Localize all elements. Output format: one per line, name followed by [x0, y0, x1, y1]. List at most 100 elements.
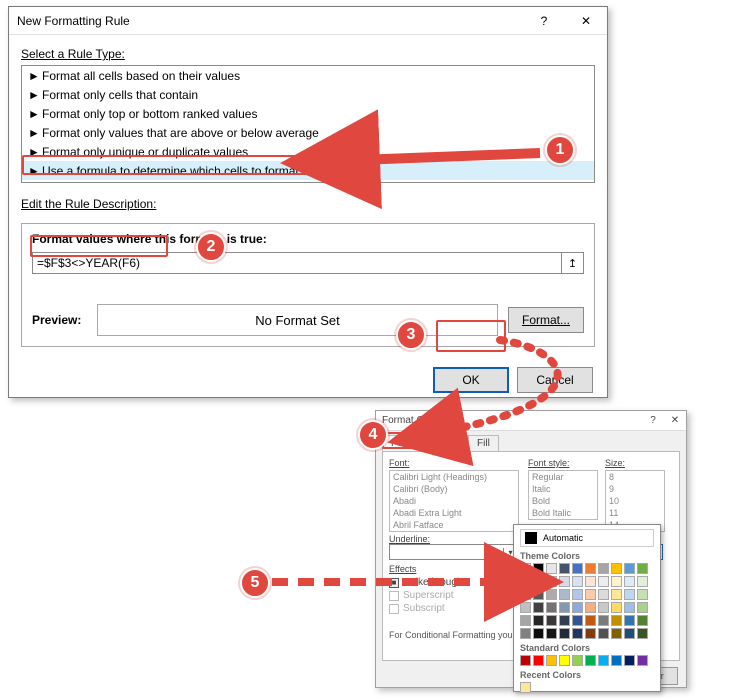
color-swatch[interactable] [546, 655, 557, 666]
color-swatch[interactable] [598, 576, 609, 587]
list-item[interactable]: Regular [529, 471, 597, 483]
color-swatch[interactable] [559, 576, 570, 587]
color-swatch[interactable] [598, 655, 609, 666]
list-item[interactable]: Abadi Extra Light [390, 507, 518, 519]
color-swatch[interactable] [624, 602, 635, 613]
color-swatch[interactable] [572, 589, 583, 600]
list-item[interactable]: Calibri (Body) [390, 483, 518, 495]
underline-dropdown[interactable]: ▾ [389, 544, 519, 560]
color-swatch[interactable] [546, 563, 557, 574]
color-swatch[interactable] [624, 655, 635, 666]
list-item[interactable]: Abril Fatface [390, 519, 518, 531]
color-swatch[interactable] [533, 589, 544, 600]
size-list[interactable]: 8 9 10 11 14 [605, 470, 665, 532]
list-item[interactable]: Abadi [390, 495, 518, 507]
color-swatch[interactable] [559, 602, 570, 613]
strikethrough-checkbox[interactable]: ■ Strikethrough [389, 577, 509, 588]
color-swatch[interactable] [585, 602, 596, 613]
font-style-list[interactable]: Regular Italic Bold Bold Italic [528, 470, 598, 520]
color-swatch[interactable] [637, 576, 648, 587]
color-swatch[interactable] [585, 589, 596, 600]
list-item[interactable]: 10 [606, 495, 664, 507]
color-swatch[interactable] [533, 628, 544, 639]
rule-type-item[interactable]: ►Format only cells that contain [22, 85, 594, 104]
close-button[interactable]: ✕ [565, 7, 607, 35]
color-swatch[interactable] [611, 563, 622, 574]
color-swatch[interactable] [624, 615, 635, 626]
color-swatch[interactable] [598, 628, 609, 639]
color-swatch[interactable] [637, 563, 648, 574]
tab-border[interactable]: Border [420, 435, 468, 451]
color-swatch[interactable] [585, 628, 596, 639]
color-swatch[interactable] [637, 589, 648, 600]
color-swatch[interactable] [598, 563, 609, 574]
format-button[interactable]: Format... [508, 307, 584, 333]
ok-button[interactable]: OK [433, 367, 509, 393]
color-swatch[interactable] [546, 615, 557, 626]
color-swatch[interactable] [624, 628, 635, 639]
color-swatch[interactable] [598, 589, 609, 600]
color-swatch[interactable] [533, 602, 544, 613]
color-swatch[interactable] [520, 655, 531, 666]
list-item[interactable]: Calibri Light (Headings) [390, 471, 518, 483]
color-swatch[interactable] [598, 602, 609, 613]
color-swatch[interactable] [520, 628, 531, 639]
color-swatch[interactable] [572, 655, 583, 666]
list-item[interactable]: Bold Italic [529, 507, 597, 519]
collapse-ref-button[interactable]: ↥ [561, 253, 583, 273]
close-button[interactable]: ✕ [664, 415, 686, 426]
color-swatch[interactable] [572, 628, 583, 639]
color-swatch[interactable] [637, 628, 648, 639]
color-swatch[interactable] [637, 655, 648, 666]
list-item[interactable]: 8 [606, 471, 664, 483]
color-swatch[interactable] [559, 589, 570, 600]
superscript-checkbox[interactable]: Superscript [389, 590, 509, 601]
color-swatch[interactable] [533, 615, 544, 626]
color-swatch[interactable] [637, 615, 648, 626]
color-swatch[interactable] [572, 576, 583, 587]
color-swatch[interactable] [559, 563, 570, 574]
color-swatch[interactable] [559, 655, 570, 666]
color-swatch[interactable] [520, 602, 531, 613]
color-swatch[interactable] [624, 563, 635, 574]
color-swatch[interactable] [585, 655, 596, 666]
subscript-checkbox[interactable]: Subscript [389, 603, 509, 614]
tab-fill[interactable]: Fill [468, 435, 499, 451]
color-swatch[interactable] [559, 628, 570, 639]
color-swatch[interactable] [585, 563, 596, 574]
list-item[interactable]: Italic [529, 483, 597, 495]
cancel-button[interactable]: Cancel [517, 367, 593, 393]
color-swatch[interactable] [546, 628, 557, 639]
help-button[interactable]: ? [642, 415, 664, 426]
color-swatch[interactable] [520, 682, 531, 693]
color-swatch[interactable] [611, 602, 622, 613]
color-swatch[interactable] [585, 576, 596, 587]
color-swatch[interactable] [598, 615, 609, 626]
color-swatch[interactable] [533, 655, 544, 666]
color-swatch[interactable] [611, 576, 622, 587]
color-swatch[interactable] [533, 576, 544, 587]
color-swatch[interactable] [572, 563, 583, 574]
list-item[interactable]: 11 [606, 507, 664, 519]
color-swatch[interactable] [546, 589, 557, 600]
color-swatch[interactable] [624, 576, 635, 587]
color-swatch[interactable] [546, 602, 557, 613]
color-swatch[interactable] [611, 655, 622, 666]
rule-type-item[interactable]: ►Format only values that are above or be… [22, 123, 594, 142]
list-item[interactable]: Bold [529, 495, 597, 507]
color-swatch[interactable] [520, 615, 531, 626]
color-swatch[interactable] [572, 602, 583, 613]
color-swatch[interactable] [611, 615, 622, 626]
list-item[interactable]: 9 [606, 483, 664, 495]
rule-type-item[interactable]: ►Format all cells based on their values [22, 66, 594, 85]
color-swatch[interactable] [611, 589, 622, 600]
color-automatic-row[interactable]: Automatic [520, 529, 654, 547]
color-swatch[interactable] [611, 628, 622, 639]
font-list[interactable]: Calibri Light (Headings) Calibri (Body) … [389, 470, 519, 532]
color-swatch[interactable] [533, 563, 544, 574]
rule-type-item[interactable]: ►Format only top or bottom ranked values [22, 104, 594, 123]
color-swatch[interactable] [559, 615, 570, 626]
color-swatch[interactable] [546, 576, 557, 587]
help-button[interactable]: ? [523, 7, 565, 35]
color-swatch[interactable] [520, 589, 531, 600]
